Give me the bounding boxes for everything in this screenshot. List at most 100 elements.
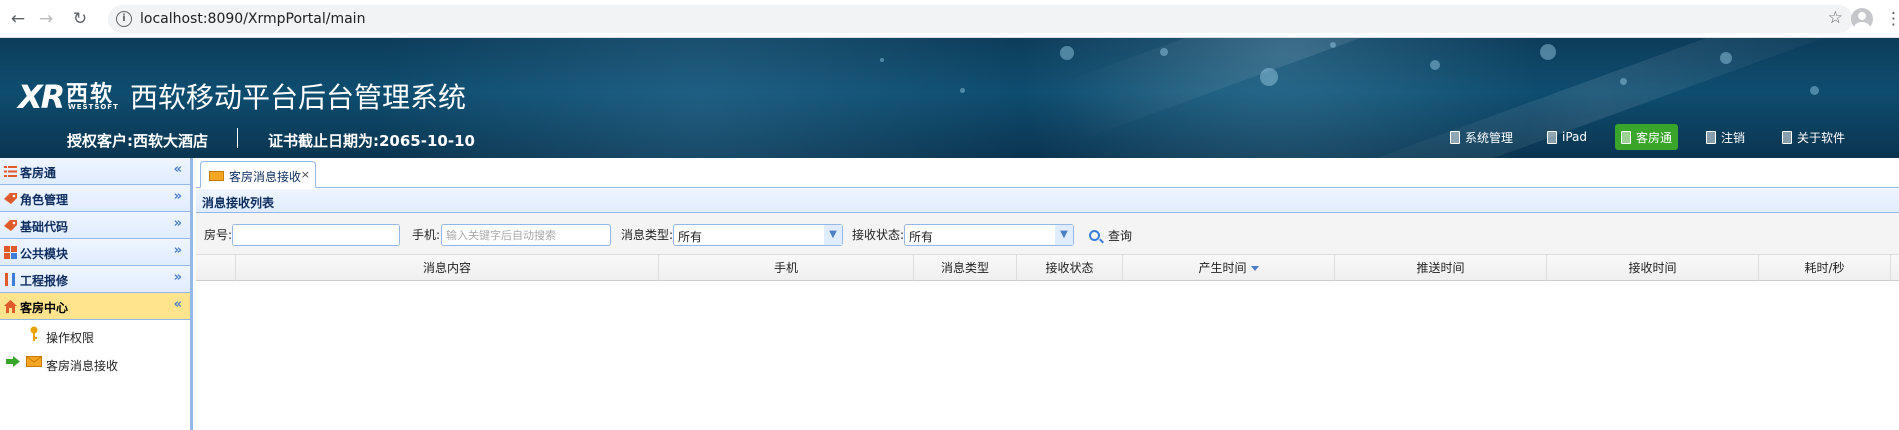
nav-system-management[interactable]: 系统管理 (1444, 124, 1519, 150)
header-divider (237, 128, 238, 148)
sidebar-section-label: 客房通 (20, 166, 57, 180)
sidebar-section-public-modules[interactable]: 公共模块 » (0, 239, 190, 266)
nav-about[interactable]: 关于软件 (1776, 124, 1851, 150)
phone-input[interactable] (441, 224, 611, 246)
url-text[interactable]: localhost:8090/XrmpPortal/main (140, 11, 365, 27)
column-header[interactable]: 消息类型 (914, 255, 1017, 281)
sidebar-section-label: 工程报修 (20, 274, 69, 288)
nav-label: 注销 (1721, 130, 1746, 145)
banner-bokeh-dot (1430, 60, 1440, 70)
modules-icon (4, 246, 17, 259)
expand-icon[interactable]: » (174, 189, 182, 204)
sidebar-item-label: 操作权限 (46, 331, 95, 345)
panel-header: 消息接收列表 (196, 189, 1899, 213)
sidebar-item-room-message-receive[interactable]: 客房消息接收 (0, 350, 190, 377)
column-header[interactable]: 消息内容 (236, 255, 659, 281)
bookmark-star-icon[interactable]: ☆ (1828, 8, 1843, 28)
nav-label: 关于软件 (1797, 130, 1846, 145)
phone-label: 手机: (412, 228, 441, 242)
sidebar-item-label: 客房消息接收 (46, 359, 119, 373)
key-icon (30, 326, 38, 341)
sidebar-section-label: 基础代码 (20, 220, 69, 234)
grid-body (196, 282, 1899, 430)
document-icon (1621, 130, 1631, 144)
banner-bokeh-dot (1160, 48, 1168, 56)
back-arrow-icon[interactable]: ← (8, 9, 28, 29)
sidebar-section-room-center[interactable]: 客房中心 « (0, 293, 190, 320)
expand-icon[interactable]: » (174, 243, 182, 258)
logout-icon (1706, 130, 1716, 144)
tab-label: 客房消息接收 (229, 170, 302, 184)
banner-bokeh-dot (1720, 52, 1732, 64)
banner-bokeh-dot (1060, 46, 1074, 60)
tag-icon (4, 193, 17, 204)
account-avatar-icon[interactable] (1851, 8, 1873, 30)
sidebar-section-label: 角色管理 (20, 193, 69, 207)
nav-logout[interactable]: 注销 (1700, 124, 1751, 150)
column-header[interactable]: 接收状态 (1017, 255, 1123, 281)
close-icon[interactable]: × (301, 168, 310, 181)
nav-label: 客房通 (1636, 130, 1673, 145)
banner-bokeh-dot (880, 58, 884, 62)
expand-icon[interactable]: » (174, 270, 182, 285)
search-button-label: 查询 (1108, 228, 1133, 243)
banner-bokeh-dot (1540, 44, 1556, 60)
banner-bokeh-dot (1260, 68, 1278, 86)
tab-room-message-receive[interactable]: 客房消息接收 × (200, 161, 316, 188)
reload-icon[interactable]: ↻ (70, 9, 90, 29)
nav-ipad[interactable]: iPad (1541, 124, 1593, 150)
address-bar[interactable]: i localhost:8090/XrmpPortal/main ☆ (108, 5, 1853, 33)
browser-toolbar: ← → ↻ i localhost:8090/XrmpPortal/main ☆… (0, 0, 1899, 38)
collapse-icon[interactable]: « (174, 297, 182, 312)
chevron-down-icon[interactable]: ▼ (1055, 225, 1073, 245)
sidebar-item-operation-permissions[interactable]: 操作权限 (0, 322, 190, 349)
nav-label: 系统管理 (1465, 130, 1514, 145)
logo-mark: XR (18, 78, 65, 116)
banner-bokeh-dot (1620, 78, 1627, 85)
filter-toolbar: 房号: 手机: 消息类型: 所有 ▼ 接收状态: 所有 ▼ 查询 (196, 213, 1899, 255)
home-icon (4, 300, 17, 313)
info-icon[interactable]: i (116, 11, 132, 27)
banner-bokeh-dot (1810, 86, 1819, 95)
header-banner: XR 西软 WESTSOFT 西软移动平台后台管理系统 授权客户:西软大酒店 证… (0, 38, 1899, 158)
browser-menu-icon[interactable]: ⋮ (1885, 9, 1899, 29)
message-type-select[interactable]: 所有 ▼ (673, 224, 843, 246)
list-icon (4, 166, 17, 177)
nav-label: iPad (1562, 130, 1588, 144)
room-label: 房号: (204, 228, 233, 242)
grid-rownum-column (196, 255, 236, 281)
collapse-icon[interactable]: « (174, 162, 182, 177)
tools-icon (5, 273, 15, 286)
search-button[interactable]: 查询 (1089, 225, 1132, 245)
document-icon (1782, 130, 1792, 144)
expand-icon[interactable]: » (174, 216, 182, 231)
sort-desc-icon (1250, 266, 1259, 271)
forward-arrow-icon[interactable]: → (36, 9, 56, 29)
column-header[interactable]: 手机 (659, 255, 914, 281)
license-expire-date: 证书截止日期为:2065-10-10 (268, 132, 475, 150)
sidebar-section-room-service[interactable]: 客房通 « (0, 158, 190, 185)
sidebar-section-label: 公共模块 (20, 247, 69, 261)
column-header-sorted[interactable]: 产生时间 (1123, 255, 1335, 281)
column-header[interactable]: 推送时间 (1335, 255, 1547, 281)
receive-status-label: 接收状态: (852, 228, 905, 242)
search-icon (1089, 229, 1100, 241)
column-header[interactable]: 耗时/秒 (1759, 255, 1891, 281)
receive-status-select[interactable]: 所有 ▼ (904, 224, 1074, 246)
mail-icon (26, 356, 42, 367)
system-title: 西软移动平台后台管理系统 (130, 81, 467, 114)
nav-room-service[interactable]: 客房通 (1615, 124, 1679, 150)
banner-bokeh-dot (960, 88, 965, 93)
sidebar-section-base-code[interactable]: 基础代码 » (0, 212, 190, 239)
select-value: 所有 (909, 230, 934, 244)
arrow-right-icon (6, 356, 20, 367)
select-value: 所有 (678, 230, 703, 244)
sidebar-section-label: 客房中心 (20, 301, 69, 315)
sidebar-section-role-management[interactable]: 角色管理 » (0, 185, 190, 212)
column-header-label: 产生时间 (1198, 261, 1247, 275)
column-header[interactable]: 接收时间 (1547, 255, 1759, 281)
panel-title: 消息接收列表 (202, 196, 275, 210)
room-input[interactable] (232, 224, 400, 246)
chevron-down-icon[interactable]: ▼ (824, 225, 842, 245)
sidebar-section-engineering-repair[interactable]: 工程报修 » (0, 266, 190, 293)
